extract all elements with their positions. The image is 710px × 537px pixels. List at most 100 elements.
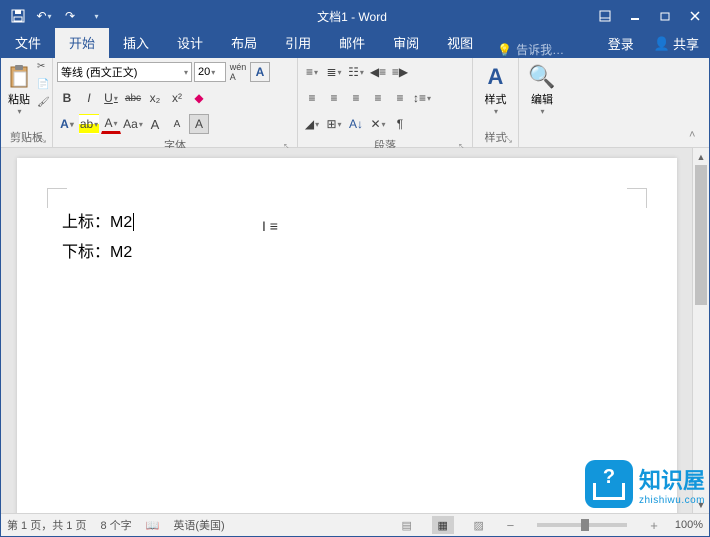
superscript-button[interactable]: x² xyxy=(167,88,187,108)
line-2[interactable]: 下标：M2 xyxy=(62,238,134,268)
save-button[interactable] xyxy=(7,5,29,27)
crop-mark-tl xyxy=(47,188,67,208)
scroll-up-button[interactable]: ▲ xyxy=(693,148,709,165)
undo-button[interactable]: ↶▾ xyxy=(33,5,55,27)
highlight-button[interactable]: ab▾ xyxy=(79,114,99,134)
underline-button[interactable]: U▾ xyxy=(101,88,121,108)
asian-layout-button[interactable]: ✕▾ xyxy=(368,114,388,134)
document-content[interactable]: 上标：M2 下标：M2 xyxy=(62,208,134,269)
ribbon-display-options[interactable] xyxy=(591,1,619,31)
tab-insert[interactable]: 插入 xyxy=(109,28,163,58)
spellcheck-icon[interactable]: 📖 xyxy=(146,519,160,532)
sort-button[interactable]: A↓ xyxy=(346,114,366,134)
tab-design[interactable]: 设计 xyxy=(163,28,217,58)
copy-button[interactable]: 📄 xyxy=(37,79,53,95)
styles-launcher[interactable]: ⤡ xyxy=(505,134,512,145)
tab-layout[interactable]: 布局 xyxy=(217,28,271,58)
redo-button[interactable]: ↷ xyxy=(59,5,81,27)
lightbulb-icon: 💡 xyxy=(497,43,512,57)
borders-button[interactable]: ⊞▾ xyxy=(324,114,344,134)
styles-icon: A xyxy=(488,63,504,91)
numbering-button[interactable]: ≣▾ xyxy=(324,62,344,82)
zoom-thumb[interactable] xyxy=(581,519,589,531)
share-icon: 👤 xyxy=(654,36,670,52)
decrease-indent-button[interactable]: ◀≡ xyxy=(368,62,388,82)
paste-button[interactable]: 粘贴 ▾ xyxy=(5,61,33,116)
editing-group: 🔍 编辑 ▾ xyxy=(519,58,565,147)
titlebar: ↶▾ ↷ ▾ 文档1 - Word xyxy=(1,1,709,31)
language-status[interactable]: 英语(美国) xyxy=(173,517,224,533)
zoom-out-button[interactable]: − xyxy=(504,518,518,533)
char-shading-button[interactable]: A xyxy=(189,114,209,134)
zoom-level[interactable]: 100% xyxy=(675,519,703,531)
subscript-button[interactable]: x₂ xyxy=(145,88,165,108)
document-area: 上标：M2 下标：M2 I ≡ ▲ ▼ xyxy=(1,148,709,513)
vertical-scrollbar[interactable]: ▲ ▼ xyxy=(692,148,709,513)
magnifier-icon: 🔍 xyxy=(528,63,555,91)
styles-group: A 样式 ▾ 样式⤡ xyxy=(473,58,519,147)
font-size-select[interactable]: 20▾ xyxy=(194,62,226,82)
page[interactable]: 上标：M2 下标：M2 I ≡ xyxy=(17,158,677,513)
collapse-ribbon-button[interactable]: ˄ xyxy=(689,129,705,145)
qat-customize[interactable]: ▾ xyxy=(85,5,107,27)
restore-button[interactable] xyxy=(651,1,679,31)
tab-mailings[interactable]: 邮件 xyxy=(325,28,379,58)
print-layout-button[interactable]: ▦ xyxy=(432,516,454,534)
strikethrough-button[interactable]: abc xyxy=(123,88,143,108)
styles-button[interactable]: A 样式 ▾ xyxy=(477,61,514,127)
tab-file[interactable]: 文件 xyxy=(1,28,55,58)
font-name-select[interactable]: 等线 (西文正文)▾ xyxy=(57,62,192,82)
scroll-down-button[interactable]: ▼ xyxy=(693,496,709,513)
align-right-button[interactable]: ≡ xyxy=(346,88,366,108)
clipboard-icon xyxy=(5,63,33,91)
justify-button[interactable]: ≡ xyxy=(368,88,388,108)
scroll-thumb[interactable] xyxy=(695,165,707,305)
share-button[interactable]: 👤共享 xyxy=(644,29,709,58)
cut-button[interactable]: ✂ xyxy=(37,61,53,77)
tab-review[interactable]: 审阅 xyxy=(379,28,433,58)
close-button[interactable] xyxy=(681,1,709,31)
minimize-button[interactable] xyxy=(621,1,649,31)
tab-home[interactable]: 开始 xyxy=(55,28,109,58)
tab-view[interactable]: 视图 xyxy=(433,28,487,58)
read-mode-button[interactable]: ▤ xyxy=(396,516,418,534)
distributed-button[interactable]: ≡ xyxy=(390,88,410,108)
font-color-button[interactable]: A▾ xyxy=(101,114,121,134)
zoom-in-button[interactable]: + xyxy=(647,518,661,533)
zoom-slider[interactable] xyxy=(537,523,627,527)
align-center-button[interactable]: ≡ xyxy=(324,88,344,108)
statusbar: 第 1 页，共 1 页 8 个字 📖 英语(美国) ▤ ▦ ▨ − + 100% xyxy=(1,513,709,536)
word-count[interactable]: 8 个字 xyxy=(100,517,131,533)
clipboard-launcher[interactable]: ⤡ xyxy=(39,134,46,145)
text-caret xyxy=(133,213,134,231)
grow-font-button[interactable]: A xyxy=(145,114,165,134)
page-status[interactable]: 第 1 页，共 1 页 xyxy=(7,517,86,533)
tell-me-search[interactable]: 💡告诉我… xyxy=(487,41,574,58)
tab-references[interactable]: 引用 xyxy=(271,28,325,58)
format-painter-button[interactable]: 🖌 xyxy=(37,97,53,113)
phonetic-guide-button[interactable]: wénA xyxy=(228,62,248,82)
text-effects-button[interactable]: A▾ xyxy=(57,114,77,134)
paragraph-group: ≡▾ ≣▾ ☷▾ ◀≡ ≡▶ ≡ ≡ ≡ ≡ ≡ ↕≡▾ ◢▾ ⊞▾ A↓ ✕▾… xyxy=(298,58,473,147)
login-button[interactable]: 登录 xyxy=(598,29,644,58)
crop-mark-tr xyxy=(627,188,647,208)
ribbon-tabs: 文件 开始 插入 设计 布局 引用 邮件 审阅 视图 💡告诉我… 登录 👤共享 xyxy=(1,31,709,58)
line-spacing-button[interactable]: ↕≡▾ xyxy=(412,88,432,108)
show-marks-button[interactable]: ¶ xyxy=(390,114,410,134)
shading-button[interactable]: ◢▾ xyxy=(302,114,322,134)
italic-button[interactable]: I xyxy=(79,88,99,108)
shrink-font-button[interactable]: A xyxy=(167,114,187,134)
char-border-button[interactable]: A xyxy=(250,62,270,82)
align-left-button[interactable]: ≡ xyxy=(302,88,322,108)
quick-access-toolbar: ↶▾ ↷ ▾ xyxy=(1,5,113,27)
bullets-button[interactable]: ≡▾ xyxy=(302,62,322,82)
clear-formatting-button[interactable]: ◆ xyxy=(189,88,209,108)
multilevel-button[interactable]: ☷▾ xyxy=(346,62,366,82)
ribbon: 粘贴 ▾ ✂ 📄 🖌 剪贴板⤡ 等线 (西文正文)▾ 20▾ wénA A B … xyxy=(1,58,709,148)
bold-button[interactable]: B xyxy=(57,88,77,108)
web-layout-button[interactable]: ▨ xyxy=(468,516,490,534)
find-button[interactable]: 🔍 编辑 ▾ xyxy=(523,61,561,143)
change-case-button[interactable]: Aa▾ xyxy=(123,114,143,134)
line-1[interactable]: 上标：M2 xyxy=(62,208,134,238)
increase-indent-button[interactable]: ≡▶ xyxy=(390,62,410,82)
